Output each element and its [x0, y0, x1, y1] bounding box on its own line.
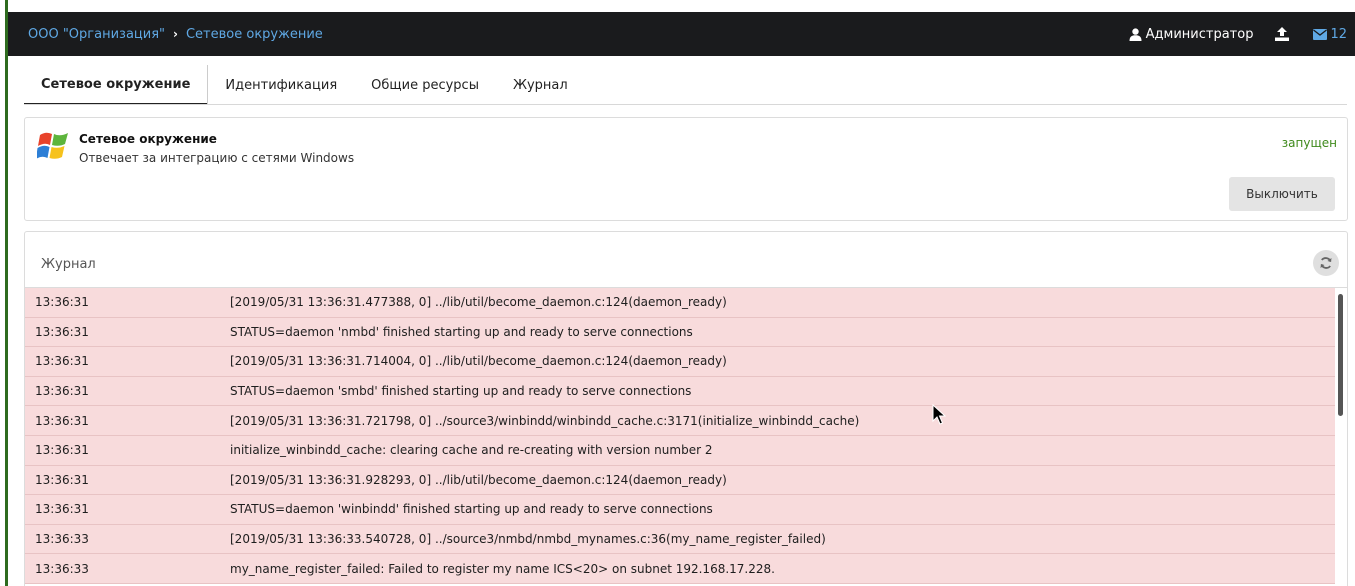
- log-message: initialize_winbindd_cache: clearing cach…: [230, 443, 713, 458]
- log-row: 13:36:31 STATUS=daemon 'smbd' finished s…: [25, 376, 1335, 407]
- log-time: 13:36:31: [35, 502, 89, 517]
- log-time: 13:36:31: [35, 413, 89, 428]
- log-time: 13:36:31: [35, 295, 89, 310]
- log-panel: Журнал 13:36:31 [2019/05/31 13:36:31.477…: [24, 231, 1348, 586]
- user-name: Администратор: [1145, 26, 1254, 42]
- log-row: 13:36:31 initialize_winbindd_cache: clea…: [25, 435, 1335, 466]
- log-row: 13:36:31 [2019/05/31 13:36:31.721798, 0]…: [25, 406, 1335, 436]
- stop-service-button[interactable]: Выключить: [1229, 177, 1335, 211]
- log-scrollbar[interactable]: [1337, 294, 1345, 584]
- log-scroll-thumb[interactable]: [1338, 294, 1343, 416]
- messages-button[interactable]: 12: [1313, 27, 1347, 42]
- envelope-icon: [1313, 28, 1328, 40]
- tabs-divider: [24, 104, 1347, 105]
- messages-count: 12: [1330, 26, 1347, 42]
- service-title: Сетевое окружение: [79, 132, 217, 146]
- upload-button[interactable]: [1275, 27, 1290, 41]
- tab-identification[interactable]: Идентификация: [207, 65, 354, 105]
- upload-icon: [1275, 27, 1290, 41]
- log-row: 13:36:33 [2019/05/31 13:36:33.540728, 0]…: [25, 524, 1335, 555]
- refresh-button[interactable]: [1313, 250, 1339, 276]
- log-message: [2019/05/31 13:36:33.540728, 0] ../sourc…: [230, 532, 826, 547]
- log-time: 13:36:31: [35, 443, 89, 458]
- log-message: [2019/05/31 13:36:31.714004, 0] ../lib/u…: [230, 354, 727, 369]
- breadcrumb-org-link[interactable]: ООО "Организация": [28, 27, 165, 42]
- user-icon: [1129, 27, 1142, 41]
- top-navbar: ООО "Организация" › Сетевое окружение Ад…: [8, 12, 1355, 56]
- mouse-cursor-icon: [932, 404, 946, 425]
- log-row: 13:36:33 my_name_register_failed: Failed…: [25, 554, 1335, 584]
- log-message: my_name_register_failed: Failed to regis…: [230, 561, 775, 576]
- log-time: 13:36:31: [35, 354, 89, 369]
- log-title: Журнал: [41, 257, 96, 272]
- breadcrumb-separator: ›: [173, 27, 178, 41]
- refresh-icon: [1320, 257, 1332, 269]
- tab-shares[interactable]: Общие ресурсы: [354, 65, 496, 105]
- log-header: Журнал: [25, 232, 1347, 288]
- windows-logo-icon: [37, 132, 68, 159]
- topbar-actions: Администратор 12: [1129, 27, 1355, 42]
- log-row: 13:36:31 [2019/05/31 13:36:31.477388, 0]…: [25, 288, 1335, 318]
- user-menu[interactable]: Администратор: [1129, 26, 1254, 42]
- log-time: 13:36:33: [35, 532, 89, 547]
- log-message: [2019/05/31 13:36:31.928293, 0] ../lib/u…: [230, 472, 727, 487]
- left-accent-bar: [0, 0, 8, 586]
- service-tabs: Сетевое окружение Идентификация Общие ре…: [24, 65, 585, 105]
- log-time: 13:36:31: [35, 384, 89, 399]
- log-row: 13:36:31 STATUS=daemon 'winbindd' finish…: [25, 495, 1335, 525]
- log-message: STATUS=daemon 'winbindd' finished starti…: [230, 502, 713, 517]
- log-time: 13:36:31: [35, 472, 89, 487]
- service-panel: Сетевое окружение Отвечает за интеграцию…: [24, 117, 1348, 221]
- service-description: Отвечает за интеграцию с сетями Windows: [79, 151, 355, 165]
- log-table: 13:36:31 [2019/05/31 13:36:31.477388, 0]…: [25, 288, 1335, 584]
- log-time: 13:36:33: [35, 561, 89, 576]
- log-row: 13:36:31 [2019/05/31 13:36:31.714004, 0]…: [25, 347, 1335, 377]
- breadcrumb-current[interactable]: Сетевое окружение: [186, 27, 323, 42]
- log-row: 13:36:31 STATUS=daemon 'nmbd' finished s…: [25, 317, 1335, 348]
- tab-journal[interactable]: Журнал: [496, 65, 585, 105]
- log-message: STATUS=daemon 'nmbd' finished starting u…: [230, 324, 693, 339]
- log-time: 13:36:31: [35, 324, 89, 339]
- service-status: запущен: [1281, 136, 1337, 150]
- log-message: [2019/05/31 13:36:31.477388, 0] ../lib/u…: [230, 295, 727, 310]
- log-message: STATUS=daemon 'smbd' finished starting u…: [230, 384, 692, 399]
- breadcrumb: ООО "Организация" › Сетевое окружение: [8, 27, 323, 42]
- log-row: 13:36:31 [2019/05/31 13:36:31.928293, 0]…: [25, 465, 1335, 496]
- log-message: [2019/05/31 13:36:31.721798, 0] ../sourc…: [230, 413, 860, 428]
- tab-network[interactable]: Сетевое окружение: [24, 65, 208, 105]
